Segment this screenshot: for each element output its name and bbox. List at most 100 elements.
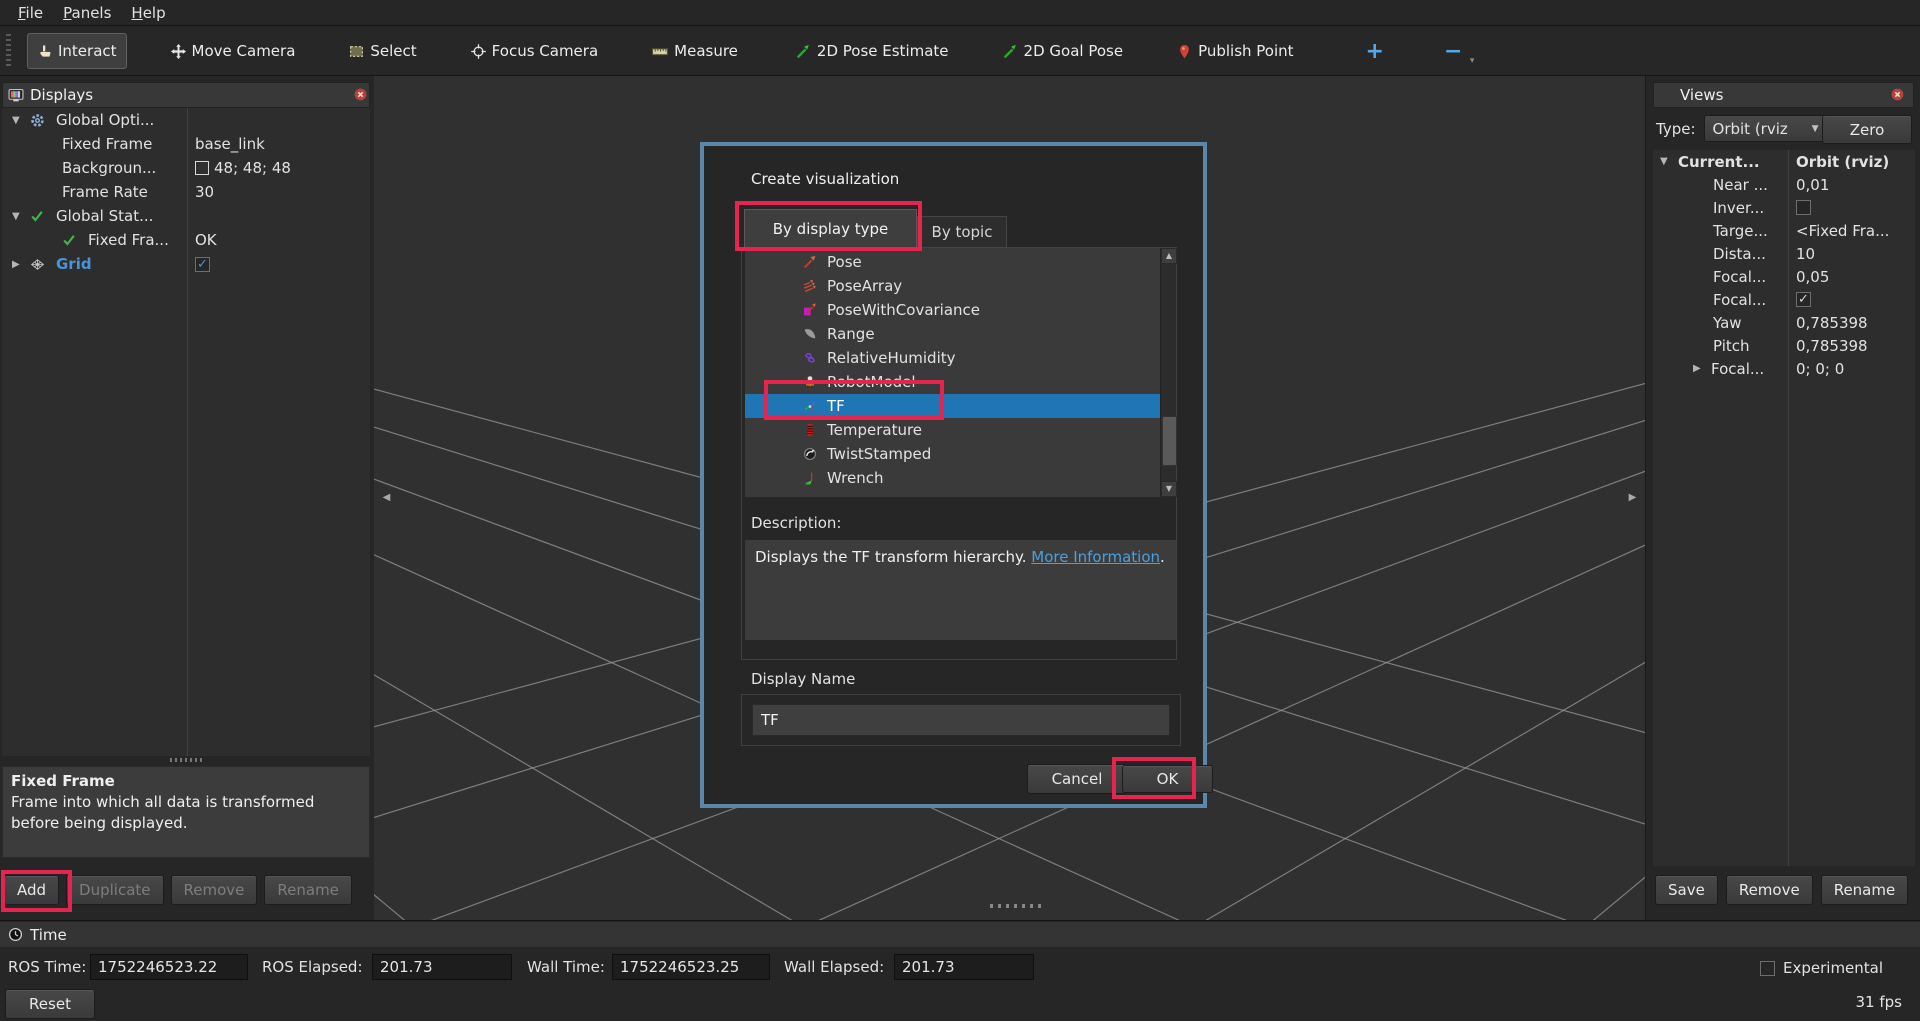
ok-button[interactable]: OK <box>1122 765 1213 793</box>
reset-button[interactable]: Reset <box>5 989 95 1019</box>
bottom-splitter-handle[interactable] <box>990 904 1046 908</box>
expander-open-icon[interactable]: ▼ <box>10 115 30 126</box>
robot-model-icon <box>803 375 827 389</box>
tree-row[interactable]: Pitch0,785398 <box>1653 334 1915 357</box>
list-item-relativehumidity[interactable]: RelativeHumidity <box>745 346 1160 370</box>
more-information-link[interactable]: More Information <box>1031 548 1160 566</box>
menu-file[interactable]: File <box>8 3 53 23</box>
close-icon[interactable] <box>1891 88 1904 101</box>
tool-2d-goal-pose[interactable]: 2D Goal Pose <box>993 33 1134 69</box>
experimental-checkbox[interactable] <box>1760 961 1775 976</box>
expander-closed-icon[interactable]: ▶ <box>1691 363 1711 374</box>
property-value[interactable]: 48; 48; 48 <box>195 156 291 180</box>
view-type-dropdown[interactable]: Orbit (rviz ▼ <box>1704 115 1826 142</box>
checkbox[interactable]: ✓ <box>1796 292 1811 307</box>
toolbar-drag-handle[interactable] <box>6 34 11 68</box>
menu-panels[interactable]: Panels <box>53 3 121 23</box>
checkbox[interactable] <box>1796 200 1811 215</box>
tree-row[interactable]: Fixed Fra...OK <box>2 228 370 252</box>
rename-button[interactable]: Rename <box>1821 875 1909 905</box>
tool-move-camera[interactable]: Move Camera <box>161 33 306 69</box>
close-icon[interactable] <box>354 88 367 101</box>
property-value[interactable]: 30 <box>195 180 214 204</box>
cancel-button[interactable]: Cancel <box>1027 764 1127 794</box>
property-value[interactable]: <Fixed Fra... <box>1796 219 1889 242</box>
list-item-posearray[interactable]: PoseArray <box>745 274 1160 298</box>
property-value[interactable] <box>1796 196 1811 219</box>
tree-row[interactable]: Yaw0,785398 <box>1653 311 1915 334</box>
tool-publish-point[interactable]: Publish Point <box>1167 33 1303 69</box>
tree-row[interactable]: Focal...0,05 <box>1653 265 1915 288</box>
property-value[interactable]: 10 <box>1796 242 1815 265</box>
list-item-pose[interactable]: Pose <box>745 250 1160 274</box>
property-label: Focal... <box>1713 291 1766 309</box>
tree-row[interactable]: ▼Global Opti... <box>2 108 370 132</box>
time-field-value[interactable]: 1752246523.25 <box>612 954 770 980</box>
tree-row[interactable]: ▶Focal...0; 0; 0 <box>1653 357 1915 380</box>
property-value[interactable]: 0,785398 <box>1796 334 1868 357</box>
tool-measure[interactable]: Measure <box>642 33 748 69</box>
list-item-wrench[interactable]: Wrench <box>745 466 1160 490</box>
hand-icon <box>37 44 52 59</box>
save-button[interactable]: Save <box>1655 875 1718 905</box>
scroll-up-icon[interactable]: ▲ <box>1161 248 1177 264</box>
splitter-handle[interactable] <box>170 758 204 762</box>
add-button[interactable]: Add <box>4 875 59 905</box>
publish-point-icon <box>1177 44 1192 59</box>
zero-button[interactable]: Zero <box>1822 115 1912 144</box>
wrench-icon <box>803 471 827 485</box>
property-value[interactable]: 0,05 <box>1796 265 1829 288</box>
time-field-value[interactable]: 1752246523.22 <box>90 954 248 980</box>
collapse-right-panel-icon[interactable]: ▶ <box>1626 486 1639 510</box>
chevron-down-icon: ▼ <box>1812 124 1819 134</box>
tree-row[interactable]: Targe...<Fixed Fra... <box>1653 219 1915 242</box>
collapse-left-panel-icon[interactable]: ◀ <box>380 486 393 510</box>
checkbox[interactable]: ✓ <box>195 257 210 272</box>
list-item-robotmodel[interactable]: RobotModel <box>745 370 1160 394</box>
display-name-input[interactable] <box>752 704 1170 736</box>
expander-open-icon[interactable]: ▼ <box>1658 156 1678 167</box>
list-item-twiststamped[interactable]: TwistStamped <box>745 442 1160 466</box>
menu-help[interactable]: Help <box>121 3 175 23</box>
list-item-posewithcovariance[interactable]: PoseWithCovariance <box>745 298 1160 322</box>
property-value[interactable]: OK <box>195 228 217 252</box>
tree-row[interactable]: Frame Rate30 <box>2 180 370 204</box>
tool-select[interactable]: Select <box>339 33 426 69</box>
tool-interact[interactable]: Interact <box>27 33 127 69</box>
time-field-value[interactable]: 201.73 <box>372 954 512 980</box>
tree-row[interactable]: Backgroun...48; 48; 48 <box>2 156 370 180</box>
experimental-toggle[interactable]: Experimental <box>1760 959 1883 977</box>
scroll-down-icon[interactable]: ▼ <box>1161 481 1177 497</box>
dialog-title: Create visualization <box>751 170 899 188</box>
property-value[interactable]: ✓ <box>195 252 210 276</box>
property-value[interactable]: ✓ <box>1796 288 1811 311</box>
tool-2d-pose-estimate[interactable]: 2D Pose Estimate <box>786 33 959 69</box>
expander-closed-icon[interactable]: ▶ <box>10 259 30 270</box>
expander-open-icon[interactable]: ▼ <box>10 211 30 222</box>
property-value[interactable]: base_link <box>195 132 265 156</box>
tree-row[interactable]: Dista...10 <box>1653 242 1915 265</box>
tree-row[interactable]: Fixed Framebase_link <box>2 132 370 156</box>
property-value[interactable]: 0,785398 <box>1796 311 1868 334</box>
tab-by-display-type[interactable]: By display type <box>744 209 917 248</box>
remove-button[interactable]: Remove <box>1726 875 1813 905</box>
property-value[interactable]: 0,01 <box>1796 173 1829 196</box>
tree-row[interactable]: Inver... <box>1653 196 1915 219</box>
tree-row[interactable]: ▼Global Stat... <box>2 204 370 228</box>
add-tool-button[interactable]: + <box>1356 39 1394 64</box>
property-value[interactable]: Orbit (rviz) <box>1796 150 1889 173</box>
list-item-tf[interactable]: TF <box>745 394 1160 418</box>
tab-by-topic[interactable]: By topic <box>917 216 1007 248</box>
tree-row[interactable]: Focal... ✓ <box>1653 288 1915 311</box>
list-item-temperature[interactable]: Temperature <box>745 418 1160 442</box>
tree-row[interactable]: Near ...0,01 <box>1653 173 1915 196</box>
property-value[interactable]: 0; 0; 0 <box>1796 357 1844 380</box>
tree-row[interactable]: ▶Grid✓ <box>2 252 370 276</box>
list-item-range[interactable]: Range <box>745 322 1160 346</box>
time-field-value[interactable]: 201.73 <box>894 954 1034 980</box>
remove-tool-button[interactable]: −▾ <box>1434 39 1472 64</box>
tool-focus-camera[interactable]: Focus Camera <box>461 33 608 69</box>
tree-row[interactable]: ▼Current...Orbit (rviz) <box>1653 150 1915 173</box>
scrollbar-thumb[interactable] <box>1162 416 1177 466</box>
list-scrollbar[interactable]: ▲ ▼ <box>1160 248 1176 497</box>
